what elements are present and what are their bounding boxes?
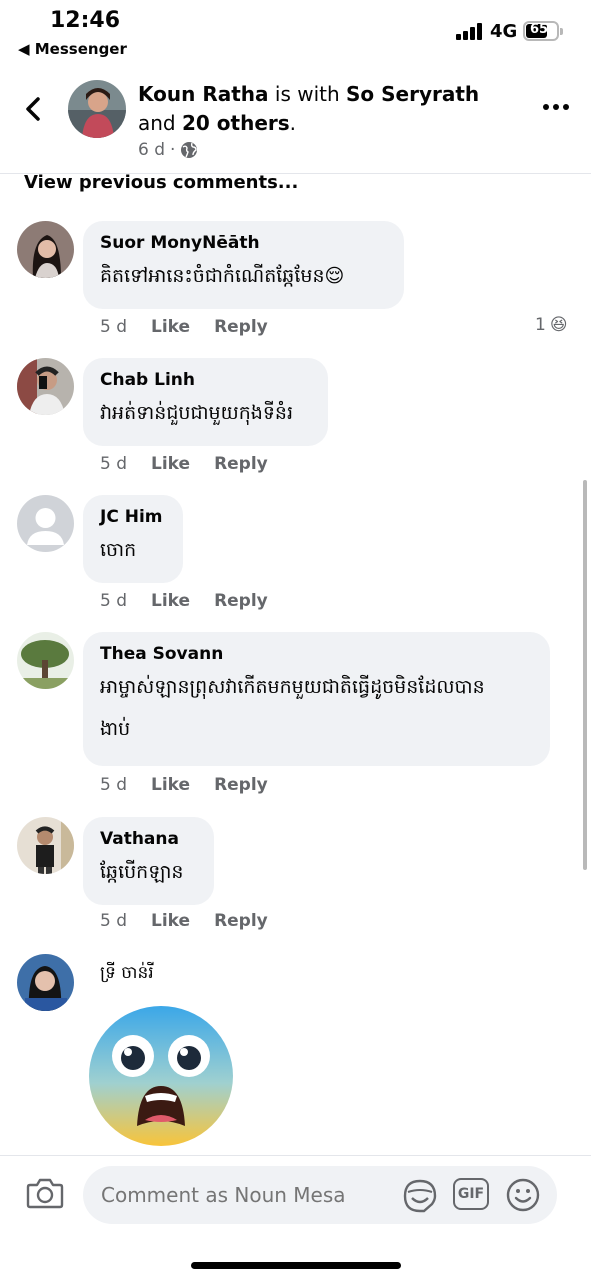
like-button[interactable]: Like: [151, 911, 190, 931]
meta-separator: ·: [170, 140, 176, 160]
network-type: 4G: [490, 21, 518, 42]
haha-reaction-icon: 😆: [549, 315, 568, 335]
tagged-name[interactable]: So Seryrath: [346, 82, 479, 106]
post-header: Koun Ratha is with So Seryrath and 20 ot…: [0, 70, 591, 174]
connector-text: is with: [268, 82, 347, 106]
post-age: 6 d: [138, 140, 166, 160]
comment-bubble: Suor MonyNēāth គិតទៅអានេះចំជាកំណើតឆ្កែមែ…: [83, 221, 404, 309]
home-indicator: [191, 1262, 401, 1269]
comment-text-line: ងាប់: [100, 718, 131, 740]
reply-button[interactable]: Reply: [214, 591, 268, 611]
comment-time: 5 d: [100, 591, 128, 611]
comment-text: អាម្ចាស់ឡានព្រុសវាកើតមកមួយជាតិធ្វើដូចមិន…: [100, 671, 533, 745]
commenter-name[interactable]: Suor MonyNēāth: [100, 232, 387, 254]
author-avatar[interactable]: [68, 80, 126, 138]
sticker-icon[interactable]: [402, 1178, 438, 1214]
commenter-name[interactable]: ទ្រី ចាន់រី: [100, 962, 154, 984]
comment-text: ចោក: [100, 539, 137, 561]
reply-button[interactable]: Reply: [214, 454, 268, 474]
comment-actions: 5 d Like Reply: [100, 911, 268, 931]
signal-icon: [456, 23, 482, 40]
like-button[interactable]: Like: [151, 317, 190, 337]
emoji-icon[interactable]: [506, 1178, 540, 1212]
commenter-avatar[interactable]: [17, 495, 74, 552]
gif-button[interactable]: GIF: [453, 1178, 489, 1210]
comment-actions: 5 d Like Reply: [100, 591, 268, 611]
author-name[interactable]: Koun Ratha: [138, 82, 269, 106]
like-button[interactable]: Like: [151, 454, 190, 474]
relieved-emoji: 😌: [324, 265, 345, 287]
comment-time: 5 d: [100, 317, 128, 337]
reply-button[interactable]: Reply: [214, 911, 268, 931]
comment-text-line: អាម្ចាស់ឡានព្រុសវាកើតមកមួយជាតិធ្វើដូចមិន…: [100, 676, 485, 698]
comment-bubble: Thea Sovann អាម្ចាស់ឡានព្រុសវាកើតមកមួយជា…: [83, 632, 550, 766]
back-to-messenger-link[interactable]: ◀ Messenger: [18, 40, 127, 58]
view-previous-comments-link[interactable]: View previous comments...: [24, 172, 298, 193]
back-chevron-icon[interactable]: [22, 94, 46, 124]
commenter-avatar[interactable]: [17, 358, 74, 415]
comment-text: ឆ្កែបើកឡាន: [100, 861, 184, 883]
comment-composer: GIF: [0, 1155, 591, 1280]
comment-actions: 5 d Like Reply: [100, 317, 268, 337]
commenter-avatar[interactable]: [17, 632, 74, 689]
comment-time: 5 d: [100, 454, 128, 474]
battery-icon: 65: [523, 21, 563, 41]
comment-text: វាអត់ទាន់ជួបជាមួយកុងទីនំរ: [100, 402, 293, 424]
more-options-icon[interactable]: [543, 104, 569, 110]
commenter-avatar[interactable]: [17, 817, 74, 874]
commenter-name[interactable]: Chab Linh: [100, 369, 311, 391]
comment-time: 5 d: [100, 775, 128, 795]
comment-bubble: JC Him ចោក: [83, 495, 183, 583]
commenter-avatar[interactable]: [17, 954, 74, 1011]
battery-level: 65: [529, 22, 549, 37]
period-text: .: [289, 111, 297, 135]
scrollbar[interactable]: [583, 480, 587, 870]
fearful-face-sticker[interactable]: [87, 1004, 235, 1150]
reaction-count: 1: [535, 315, 546, 335]
reaction-summary[interactable]: 1 😆: [535, 315, 568, 335]
post-meta: 6 d ·: [138, 140, 198, 160]
comment-bubble: Vathana ឆ្កែបើកឡាន: [83, 817, 214, 905]
globe-icon: [181, 142, 198, 158]
camera-icon[interactable]: [26, 1176, 64, 1210]
comment-time: 5 d: [100, 911, 128, 931]
comment-text: គិតទៅអានេះចំជាកំណើតឆ្កែមែន😌: [100, 265, 345, 287]
reply-button[interactable]: Reply: [214, 317, 268, 337]
like-button[interactable]: Like: [151, 775, 190, 795]
status-bar: 12:46 ◀ Messenger 4G 65: [0, 0, 591, 62]
tagged-others[interactable]: 20 others: [182, 111, 290, 135]
comment-actions: 5 d Like Reply: [100, 775, 268, 795]
comment-bubble: Chab Linh វាអត់ទាន់ជួបជាមួយកុងទីនំរ: [83, 358, 328, 446]
post-title: Koun Ratha is with So Seryrath and 20 ot…: [138, 80, 518, 138]
and-text: and: [138, 111, 182, 135]
commenter-name[interactable]: Vathana: [100, 828, 197, 850]
reply-button[interactable]: Reply: [214, 775, 268, 795]
commenter-name[interactable]: Thea Sovann: [100, 643, 533, 665]
comment-actions: 5 d Like Reply: [100, 454, 268, 474]
commenter-name[interactable]: JC Him: [100, 506, 166, 528]
like-button[interactable]: Like: [151, 591, 190, 611]
commenter-avatar[interactable]: [17, 221, 74, 278]
clock: 12:46: [50, 8, 121, 33]
